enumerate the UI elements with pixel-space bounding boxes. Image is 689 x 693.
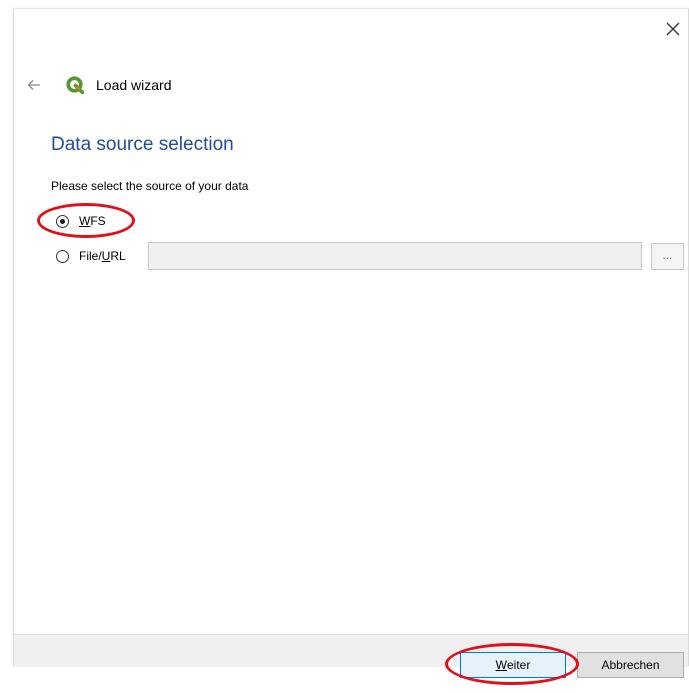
wizard-title: Load wizard <box>96 77 172 93</box>
radio-button-wfs[interactable] <box>56 214 69 228</box>
next-button[interactable]: Weiter <box>460 652 566 678</box>
qgis-logo-icon <box>66 76 84 94</box>
page-title: Data source selection <box>51 134 234 155</box>
radio-option-file-url[interactable]: File/URL <box>56 248 126 264</box>
radio-label-file-url: File/URL <box>79 249 126 263</box>
cancel-button[interactable]: Abbrechen <box>577 652 684 678</box>
back-arrow-icon <box>27 80 40 90</box>
close-icon <box>666 22 680 36</box>
radio-option-wfs[interactable]: WFS <box>56 213 106 229</box>
radio-button-file-url[interactable] <box>56 249 69 263</box>
source-prompt: Please select the source of your data <box>51 179 249 193</box>
close-button[interactable] <box>662 18 684 40</box>
wizard-dialog <box>13 8 689 666</box>
back-button[interactable] <box>24 76 44 94</box>
radio-label-wfs: WFS <box>79 214 106 228</box>
file-url-input[interactable] <box>148 242 642 270</box>
browse-button[interactable]: ... <box>651 243 684 270</box>
